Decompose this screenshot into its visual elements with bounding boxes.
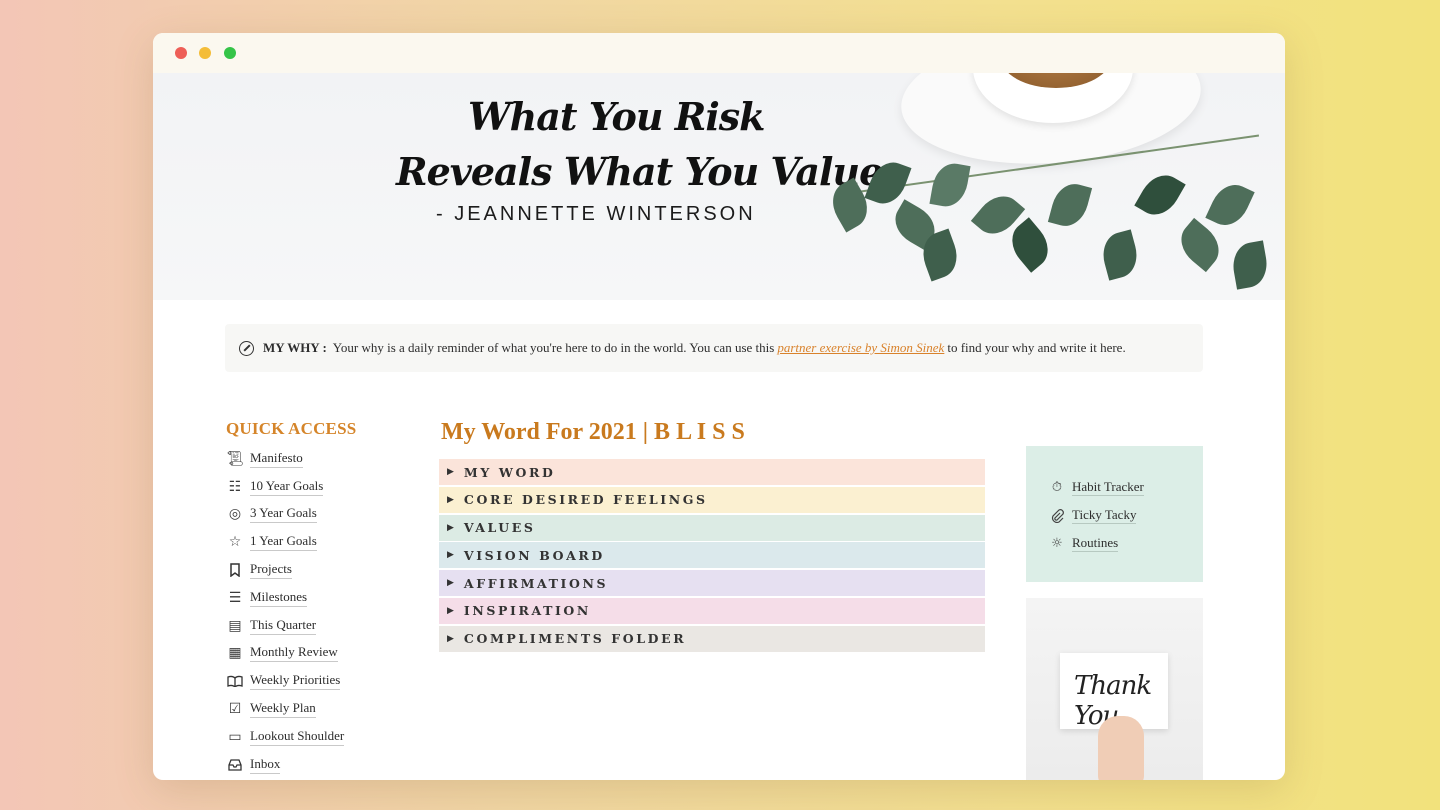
hand-decoration (1098, 716, 1144, 780)
browser-window: What You Risk Reveals What You Value - J… (153, 33, 1285, 780)
close-window-button[interactable] (175, 47, 187, 59)
quick-access-item-lookout-shoulder[interactable]: ▭ Lookout Shoulder (226, 723, 345, 751)
toggle-arrow-icon: ▶ (447, 605, 454, 616)
title-bar (153, 33, 1285, 73)
map-scroll-icon: ▭ (228, 728, 242, 745)
quick-access-label: Lookout Shoulder (250, 728, 345, 746)
toggle-inspiration[interactable]: ▶ INSPIRATION (439, 597, 985, 624)
quick-access-list: 📜︎ Manifesto ☷ 10 Year Goals ◎ 3 Year Go… (226, 445, 345, 779)
inbox-icon (226, 756, 244, 774)
side-item-ticky-tacky[interactable]: Ticky Tacky (1048, 502, 1144, 530)
quick-access-title: QUICK ACCESS (226, 419, 357, 438)
simon-sinek-link[interactable]: partner exercise by Simon Sinek (777, 340, 944, 356)
toggle-my-word[interactable]: ▶ MY WORD (439, 459, 985, 485)
side-links-card: ⏱︎ Habit Tracker Ticky Tacky ☼ Routines (1026, 446, 1203, 582)
quick-access-label: Weekly Priorities (250, 672, 341, 691)
toggle-label: VISION BOARD (463, 547, 605, 563)
toggle-label: MY WORD (463, 464, 556, 480)
calendar-icon: ▦ (228, 645, 242, 662)
quick-access-item-manifesto[interactable]: 📜︎ Manifesto (226, 445, 344, 473)
thank-you-photo: Thank You (1026, 598, 1203, 780)
quick-access-label: Inbox (250, 756, 281, 774)
why-text-before: Your why is a daily reminder of what you… (332, 340, 775, 355)
bookmark-icon (226, 561, 244, 579)
toggle-label: VALUES (463, 520, 536, 536)
quick-access-label: Manifesto (250, 450, 303, 468)
side-item-label: Habit Tracker (1072, 479, 1144, 497)
quick-access-label: Projects (250, 561, 292, 580)
quick-access-item-weekly-priorities[interactable]: Weekly Priorities (226, 667, 344, 695)
list-icon: ☰ (228, 589, 242, 606)
toggle-arrow-icon: ▶ (447, 578, 454, 589)
toggle-label: CORE DESIRED FEELINGS (463, 492, 708, 508)
quick-access-item-weekly-plan[interactable]: ☑ Weekly Plan (226, 695, 344, 723)
minimize-window-button[interactable] (199, 47, 211, 59)
quick-access-label: Weekly Plan (250, 700, 316, 719)
toggle-values[interactable]: ▶ VALUES (439, 514, 985, 541)
side-item-habit-tracker[interactable]: ⏱︎ Habit Tracker (1048, 474, 1144, 502)
toggle-core-desired-feelings[interactable]: ▶ CORE DESIRED FEELINGS (439, 486, 985, 513)
toggle-compliments-folder[interactable]: ▶ COMPLIMENTS FOLDER (439, 625, 985, 652)
cover-image: What You Risk Reveals What You Value - J… (153, 73, 1285, 300)
toggle-label: INSPIRATION (463, 603, 591, 619)
my-why-callout: MY WHY : Your why is a daily reminder of… (225, 324, 1203, 372)
quick-access-item-3-year-goals[interactable]: ◎ 3 Year Goals (226, 501, 344, 529)
paperclip-icon (1048, 507, 1066, 525)
quick-access-label: Monthly Review (250, 644, 338, 663)
book-icon (226, 672, 244, 690)
toggle-arrow-icon: ▶ (447, 467, 454, 477)
toggle-label: COMPLIMENTS FOLDER (463, 631, 687, 647)
checklist-icon: ☑ (228, 701, 242, 718)
stopwatch-icon: ⏱︎ (1051, 480, 1063, 496)
quick-access-item-milestones[interactable]: ☰ Milestones (226, 584, 344, 612)
quick-access-label: 1 Year Goals (250, 533, 317, 552)
toggle-label: AFFIRMATIONS (463, 575, 609, 591)
side-item-label: Routines (1072, 534, 1119, 552)
quick-access-item-this-quarter[interactable]: ▤ This Quarter (226, 612, 344, 640)
quick-access-label: This Quarter (250, 617, 317, 635)
quick-access-item-inbox[interactable]: Inbox (226, 751, 344, 779)
quote-line-1: What You Risk (468, 94, 765, 139)
word-toggle-list: ▶ MY WORD ▶ CORE DESIRED FEELINGS ▶ VALU… (439, 459, 985, 654)
toggle-arrow-icon: ▶ (447, 522, 454, 533)
compass-icon (239, 340, 254, 356)
toggle-affirmations[interactable]: ▶ AFFIRMATIONS (439, 570, 985, 597)
toggle-vision-board[interactable]: ▶ VISION BOARD (439, 542, 985, 569)
why-label: MY WHY : (263, 340, 327, 355)
scroll-icon: 📜︎ (226, 450, 244, 467)
side-item-routines[interactable]: ☼ Routines (1048, 530, 1144, 558)
quote-line-2: Reveals What You Value (396, 149, 883, 194)
maximize-window-button[interactable] (224, 47, 236, 59)
sun-icon: ☼ (1051, 535, 1063, 551)
star-icon: ☆ (228, 534, 242, 551)
map-icon: ☷ (228, 478, 242, 495)
toggle-arrow-icon: ▶ (447, 494, 454, 505)
toggle-arrow-icon: ▶ (447, 633, 454, 644)
why-text-after: to find your why and write it here. (947, 340, 1126, 355)
quick-access-label: 3 Year Goals (250, 505, 317, 524)
quick-access-item-monthly-review[interactable]: ▦ Monthly Review (226, 640, 344, 668)
quote-author: - JEANNETTE WINTERSON (436, 203, 756, 225)
quick-access-item-10-year-goals[interactable]: ☷ 10 Year Goals (226, 473, 344, 501)
quick-access-item-projects[interactable]: Projects (226, 556, 344, 584)
word-of-year-heading: My Word For 2021 | B L I S S (441, 419, 745, 445)
target-icon: ◎ (228, 506, 242, 523)
side-item-label: Ticky Tacky (1072, 507, 1137, 525)
toggle-arrow-icon: ▶ (447, 550, 454, 561)
quick-access-item-1-year-goals[interactable]: ☆ 1 Year Goals (226, 528, 344, 556)
newspaper-icon: ▤ (228, 617, 242, 634)
quick-access-label: Milestones (250, 589, 308, 607)
quick-access-label: 10 Year Goals (250, 478, 324, 496)
